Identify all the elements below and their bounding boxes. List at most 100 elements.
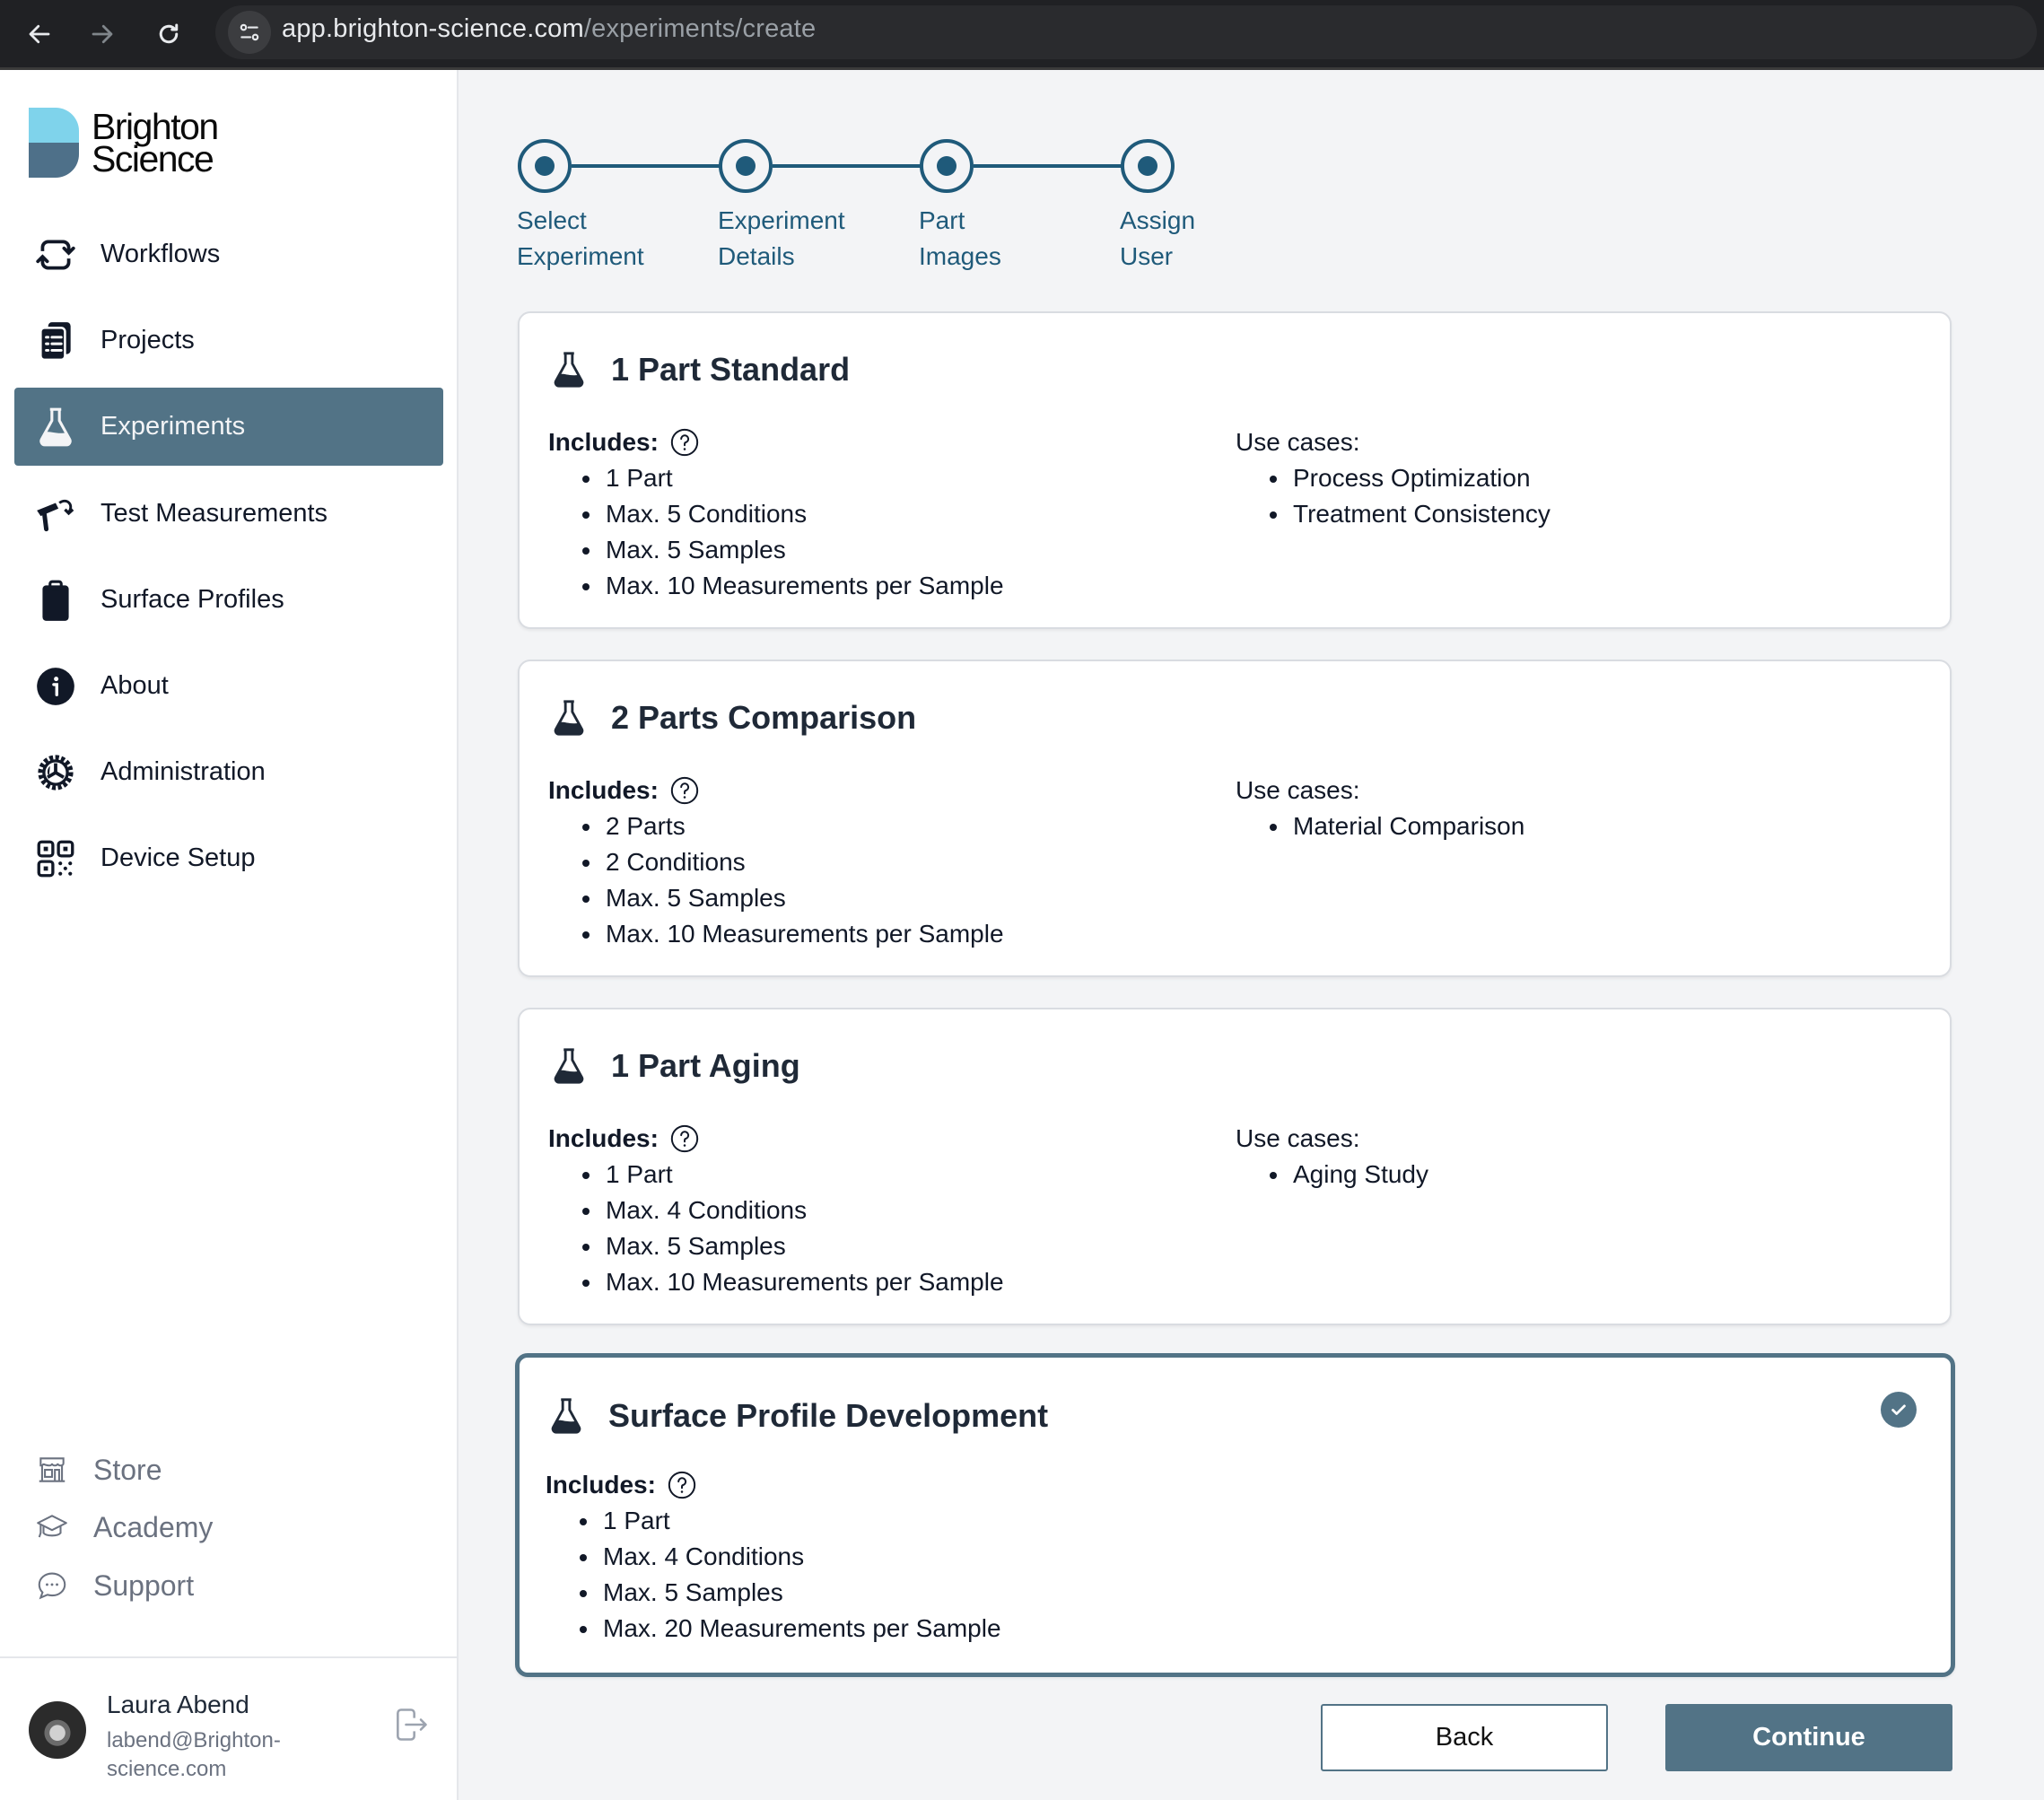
measurement-device-icon [31, 489, 81, 539]
brand-name: Brighton Science [92, 109, 219, 179]
store-icon [34, 1452, 70, 1488]
usecases-list: Aging Study [1270, 1157, 1428, 1193]
usecases-heading: Use cases: [1236, 428, 1360, 456]
includes-section: Includes: 1 Part Max. 5 Conditions Max. … [548, 424, 1004, 604]
list-item: Process Optimization [1270, 460, 1550, 496]
sidebar-link-academy[interactable]: Academy [34, 1505, 213, 1550]
list-item: 1 Part [582, 460, 1004, 496]
flask-icon [554, 700, 584, 736]
step-label-line: Part [919, 206, 965, 234]
card-title: Surface Profile Development [608, 1397, 1049, 1434]
sidebar-item-label: Administration [100, 757, 266, 786]
includes-section: Includes: 2 Parts 2 Conditions Max. 5 Sa… [548, 773, 1004, 952]
step-connector [572, 164, 720, 168]
qr-code-icon [31, 834, 81, 884]
step-label-line: Experiment [517, 242, 644, 270]
step-indicator-4[interactable] [1121, 139, 1175, 193]
checkmark-icon [1891, 1404, 1906, 1415]
reload-icon [159, 23, 179, 44]
step-label-3: Part Images [919, 203, 1098, 275]
usecases-heading: Use cases: [1236, 1124, 1360, 1152]
card-header: 1 Part Standard [548, 349, 850, 390]
graduation-cap-icon [34, 1509, 70, 1545]
sidebar-item-about[interactable]: About [14, 647, 443, 725]
reload-button[interactable] [147, 13, 190, 56]
includes-list: 1 Part Max. 4 Conditions Max. 5 Samples … [582, 1157, 1004, 1300]
list-item: 1 Part [580, 1503, 1001, 1539]
sidebar-item-surface-profiles[interactable]: Surface Profiles [14, 561, 443, 639]
workflow-cycle-icon [31, 230, 81, 280]
experiment-card-2-parts-comparison[interactable]: 2 Parts Comparison Includes: 2 Parts 2 C… [518, 660, 1952, 977]
logout-button[interactable] [391, 1705, 431, 1744]
sidebar-item-label: Device Setup [100, 843, 256, 872]
experiment-card-surface-profile-development[interactable]: Surface Profile Development Includes: 1 … [515, 1353, 1955, 1677]
help-icon[interactable] [669, 1123, 700, 1154]
step-indicator-1[interactable] [518, 139, 572, 193]
list-item: Max. 5 Samples [580, 1575, 1001, 1611]
brand-line2: Science [92, 138, 214, 179]
list-item: Max. 4 Conditions [580, 1539, 1001, 1575]
experiment-card-1-part-aging[interactable]: 1 Part Aging Includes: 1 Part Max. 4 Con… [518, 1008, 1952, 1325]
back-nav-button[interactable] [18, 13, 61, 56]
includes-label: Includes: [548, 1124, 659, 1152]
list-item: 2 Conditions [582, 844, 1004, 880]
list-item: Max. 10 Measurements per Sample [582, 916, 1004, 952]
step-indicator-3[interactable] [920, 139, 974, 193]
list-item: Max. 5 Conditions [582, 496, 1004, 532]
forward-nav-button[interactable] [81, 13, 124, 56]
includes-heading: Includes: [548, 424, 1004, 460]
step-label-2: Experiment Details [718, 203, 897, 275]
brand-logo[interactable]: Brighton Science [29, 108, 219, 179]
tune-icon [240, 23, 259, 41]
avatar[interactable] [29, 1701, 86, 1759]
browser-toolbar: app.brighton-science.com/experiments/cre… [0, 0, 2044, 70]
sidebar-item-experiments[interactable]: Experiments [14, 388, 443, 466]
sidebar-item-workflows[interactable]: Workflows [14, 215, 443, 293]
sidebar: Brighton Science Workflows Projects Expe… [0, 70, 459, 1800]
divider [0, 1656, 457, 1658]
help-icon[interactable] [667, 1470, 697, 1500]
help-icon[interactable] [669, 427, 700, 458]
sidebar-item-device-setup[interactable]: Device Setup [14, 819, 443, 897]
sidebar-link-store[interactable]: Store [34, 1447, 162, 1492]
sidebar-item-label: Projects [100, 326, 195, 354]
list-item: Aging Study [1270, 1157, 1428, 1193]
sidebar-item-label: Surface Profiles [100, 585, 284, 614]
list-item: Max. 20 Measurements per Sample [580, 1611, 1001, 1647]
step-indicator-2[interactable] [719, 139, 773, 193]
includes-heading: Includes: [548, 773, 1004, 808]
step-label-4: Assign User [1120, 203, 1299, 275]
sidebar-link-support[interactable]: Support [34, 1563, 194, 1608]
user-name: Laura Abend [107, 1691, 249, 1718]
sidebar-item-label: About [100, 671, 169, 700]
card-header: Surface Profile Development [546, 1395, 1048, 1437]
list-item: Max. 4 Conditions [582, 1193, 1004, 1228]
help-icon[interactable] [669, 775, 700, 806]
step-label-1: Select Experiment [517, 203, 696, 275]
step-label-line: Experiment [718, 206, 845, 234]
step-dot [937, 156, 956, 176]
site-info-button[interactable] [228, 11, 271, 54]
brighton-logo-icon [29, 108, 79, 178]
card-header: 1 Part Aging [548, 1045, 800, 1087]
continue-button[interactable]: Continue [1665, 1704, 1952, 1771]
info-icon [31, 661, 81, 712]
usecases-section: Use cases: Material Comparison [1236, 773, 1524, 844]
sidebar-item-administration[interactable]: Administration [14, 733, 443, 811]
url-path: /experiments/create [583, 14, 817, 43]
includes-list: 1 Part Max. 4 Conditions Max. 5 Samples … [580, 1503, 1001, 1647]
card-title: 1 Part Standard [611, 351, 851, 388]
usecases-list: Process Optimization Treatment Consisten… [1270, 460, 1550, 532]
step-label-line: Images [919, 242, 1001, 270]
includes-list: 1 Part Max. 5 Conditions Max. 5 Samples … [582, 460, 1004, 604]
url-text[interactable]: app.brighton-science.com/experiments/cre… [282, 13, 816, 45]
logout-icon [397, 1708, 427, 1741]
sidebar-item-projects[interactable]: Projects [14, 301, 443, 380]
sidebar-item-test-measurements[interactable]: Test Measurements [14, 475, 443, 553]
back-button[interactable]: Back [1321, 1704, 1608, 1771]
step-label-line: Assign [1120, 206, 1196, 234]
step-dot [535, 156, 555, 176]
step-label-line: User [1120, 242, 1174, 270]
step-label-line: Select [517, 206, 587, 234]
experiment-card-1-part-standard[interactable]: 1 Part Standard Includes: 1 Part Max. 5 … [518, 311, 1952, 629]
